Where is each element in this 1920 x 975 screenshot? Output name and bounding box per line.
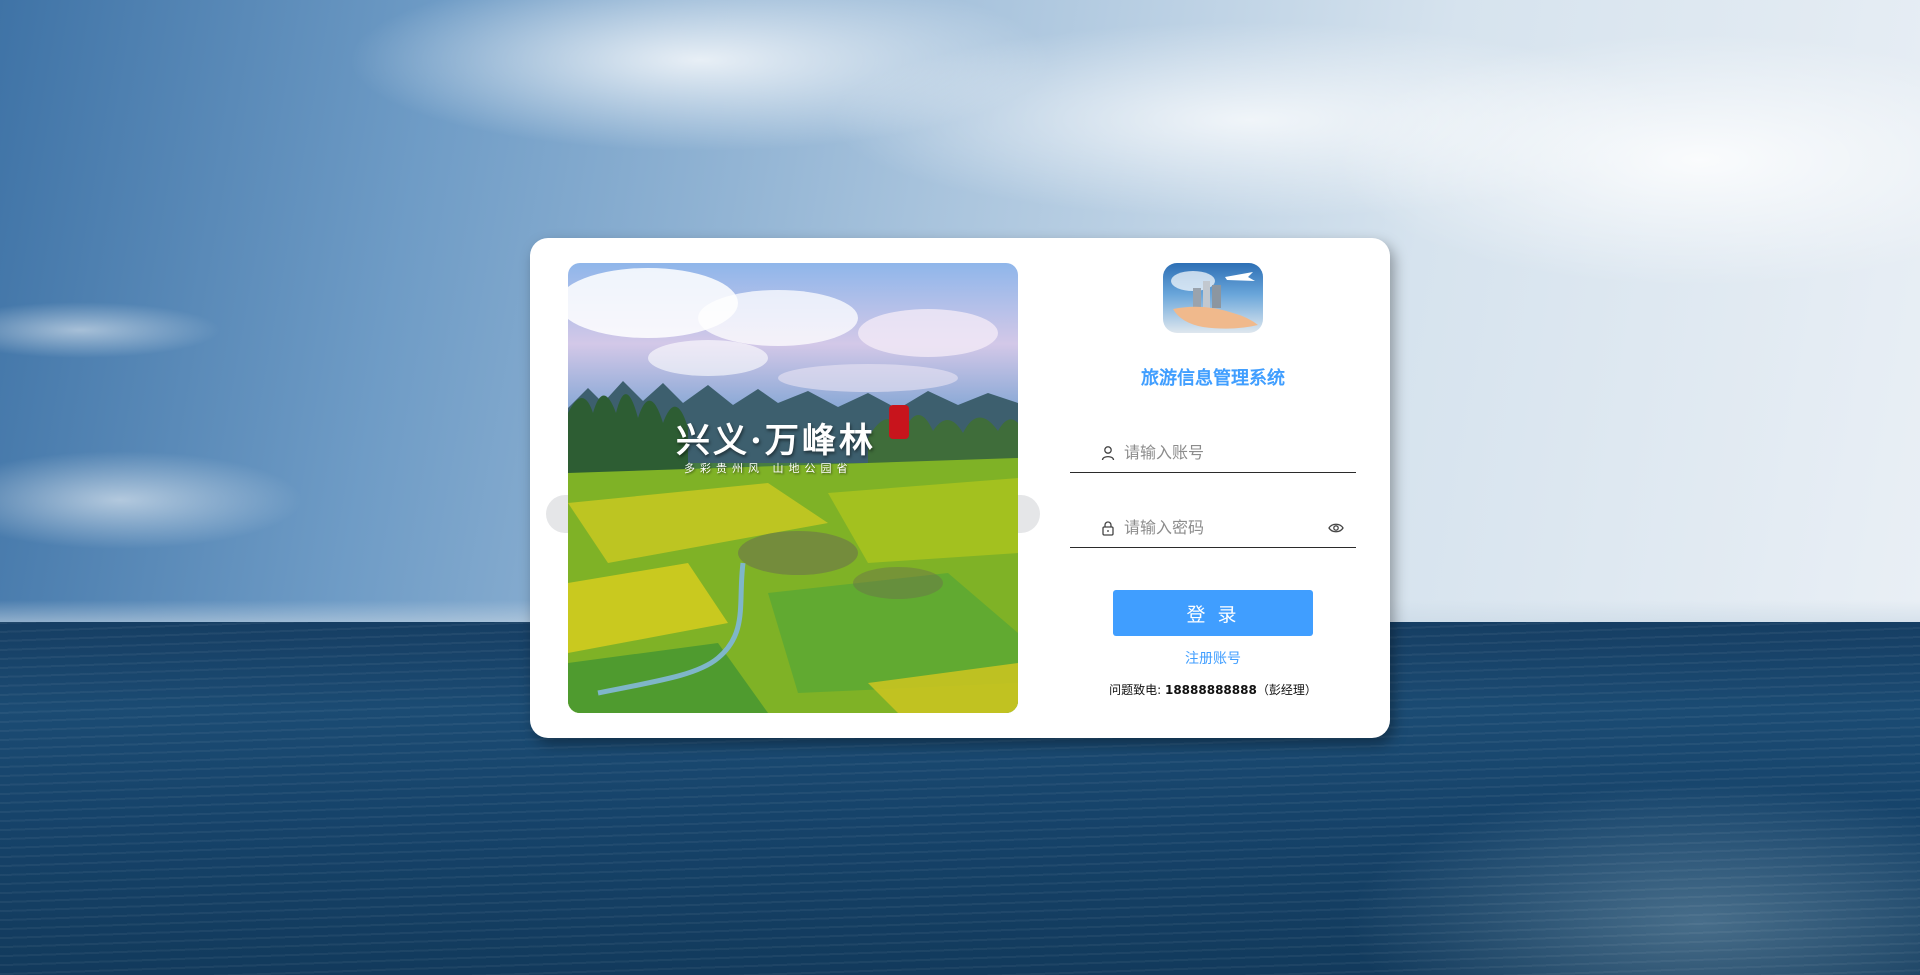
username-field[interactable] xyxy=(1070,433,1356,473)
login-card: 兴义·万峰林 多彩贵州风 山地公园省 旅游信息管理系统 请输入账号 登 录 注册… xyxy=(530,238,1390,738)
user-icon xyxy=(1101,445,1115,460)
username-input[interactable] xyxy=(1124,437,1304,468)
carousel-caption-subtitle: 多彩贵州风 山地公园省 xyxy=(684,462,853,475)
register-link[interactable]: 注册账号 xyxy=(1113,648,1313,668)
red-seal-stamp xyxy=(889,405,909,439)
landscape-illustration xyxy=(568,268,1018,713)
eye-icon[interactable] xyxy=(1328,520,1344,536)
contact-phone: 18888888888 xyxy=(1164,683,1257,697)
lock-icon xyxy=(1102,520,1114,536)
contact-prefix: 问题致电: xyxy=(1109,683,1165,697)
password-field[interactable] xyxy=(1070,508,1356,548)
image-carousel[interactable]: 兴义·万峰林 多彩贵州风 山地公园省 xyxy=(546,263,1040,713)
login-button[interactable]: 登 录 xyxy=(1113,590,1313,636)
contact-name: （彭经理） xyxy=(1256,683,1317,697)
hand-city-airplane-icon xyxy=(1171,271,1258,329)
carousel-image: 兴义·万峰林 多彩贵州风 山地公园省 xyxy=(568,263,1018,713)
contact-info: 问题致电: 18888888888（彭经理） xyxy=(1063,681,1363,698)
password-input[interactable] xyxy=(1124,512,1304,543)
system-title: 旅游信息管理系统 xyxy=(1141,368,1285,389)
app-logo xyxy=(1163,263,1263,333)
